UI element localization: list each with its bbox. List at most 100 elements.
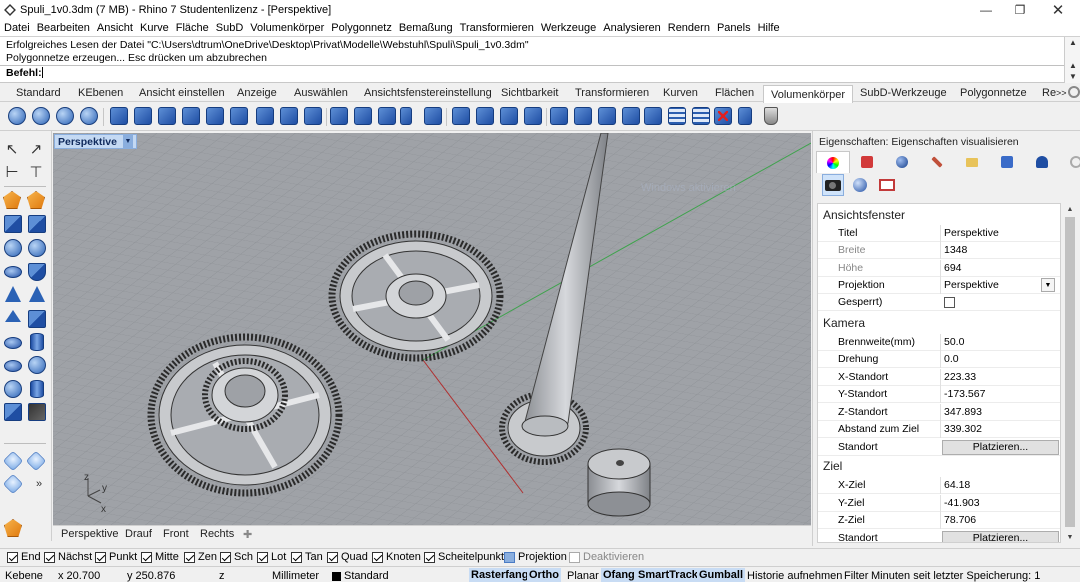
- perspective-viewport[interactable]: z y x Perspektive ▼ Windows aktivieren: [53, 133, 811, 525]
- scroll-down-icon[interactable]: ▼: [1063, 531, 1077, 543]
- status-units[interactable]: Millimeter: [272, 570, 319, 582]
- osnap-quad[interactable]: Quad: [327, 551, 368, 563]
- osnap-naechst[interactable]: Nächst: [44, 551, 92, 563]
- menu-polygonnetz[interactable]: Polygonnetz: [331, 22, 392, 34]
- pipe-icon[interactable]: [4, 337, 22, 349]
- tab-transformieren[interactable]: Transformieren: [575, 84, 649, 102]
- blend-edge-icon[interactable]: [230, 107, 248, 125]
- offset-solid-icon[interactable]: [134, 107, 152, 125]
- toggle-filter[interactable]: Filter: [844, 570, 868, 582]
- prop-value-input[interactable]: 223.33: [940, 369, 1058, 386]
- scroll-up-icon[interactable]: ▲: [1065, 60, 1080, 71]
- more-icon[interactable]: »: [30, 475, 48, 493]
- shell-icon[interactable]: [622, 107, 640, 125]
- tab-ansicht-einstellen[interactable]: Ansicht einstellen: [139, 84, 225, 102]
- menu-transformieren[interactable]: Transformieren: [460, 22, 534, 34]
- grasshopper-icon[interactable]: [28, 403, 46, 421]
- gear-icon[interactable]: [1059, 151, 1080, 173]
- prop-value-input[interactable]: 78.706: [940, 512, 1058, 529]
- move-hole-icon[interactable]: [378, 107, 396, 125]
- prop-value-input[interactable]: -41.903: [940, 495, 1058, 512]
- sphere-intersection-icon[interactable]: [56, 107, 74, 125]
- prop-value-input[interactable]: -173.567: [940, 386, 1058, 403]
- merge-faces-icon[interactable]: [256, 107, 274, 125]
- tab-overflow-icon[interactable]: >>: [1056, 84, 1067, 102]
- tab-perspektive[interactable]: Perspektive: [61, 528, 118, 540]
- toggle-ortho[interactable]: Ortho: [527, 568, 561, 582]
- cone-icon[interactable]: [5, 286, 21, 302]
- prop-value-input[interactable]: 339.302: [940, 421, 1058, 438]
- polyline-icon[interactable]: [3, 191, 21, 209]
- box-icon[interactable]: [28, 215, 46, 233]
- grid-array-icon[interactable]: [668, 107, 686, 125]
- menu-ansicht[interactable]: Ansicht: [97, 22, 133, 34]
- osnap-knoten[interactable]: Knoten: [372, 551, 421, 563]
- osnap-tan[interactable]: Tan: [291, 551, 323, 563]
- toggle-gumball[interactable]: Gumball: [697, 568, 746, 582]
- tab-kurven[interactable]: Kurven: [663, 84, 698, 102]
- remove-hole-icon[interactable]: [714, 107, 732, 125]
- round-hole-icon[interactable]: [550, 107, 568, 125]
- rotate-face-icon[interactable]: [330, 107, 348, 125]
- ice-cube-icon[interactable]: [25, 450, 47, 472]
- menu-werkzeuge[interactable]: Werkzeuge: [541, 22, 596, 34]
- cage-icon[interactable]: [692, 107, 710, 125]
- prop-value-input[interactable]: 347.893: [940, 404, 1058, 421]
- tab-rendern[interactable]: Rer: [1042, 84, 1056, 102]
- toggle-ofang[interactable]: Ofang: [601, 568, 637, 582]
- command-input[interactable]: [42, 67, 43, 78]
- folder-icon[interactable]: [955, 151, 989, 173]
- more-icon[interactable]: [4, 403, 22, 421]
- menu-flaeche[interactable]: Fläche: [176, 22, 209, 34]
- move-face-icon[interactable]: [280, 107, 298, 125]
- extract-surface-icon[interactable]: [158, 107, 176, 125]
- cap-holes-icon[interactable]: [764, 107, 778, 125]
- osnap-deaktivieren[interactable]: Deaktivieren: [569, 551, 644, 563]
- ice-cube-icon[interactable]: [30, 380, 44, 398]
- place-hole-icon[interactable]: [476, 107, 494, 125]
- menu-kurve[interactable]: Kurve: [140, 22, 169, 34]
- select-arrow-icon[interactable]: ↖: [3, 141, 21, 159]
- material-ball-icon[interactable]: [885, 151, 919, 173]
- tab-polygonnetze[interactable]: Polygonnetze: [960, 84, 1027, 102]
- chevron-down-icon[interactable]: ▼: [122, 135, 133, 148]
- tab-ansichtsfenstereinstellung[interactable]: Ansichtsfenstereinstellung: [364, 84, 492, 102]
- properties-scrollbar[interactable]: ▲ ▼: [1063, 203, 1077, 543]
- place-camera-button[interactable]: Platzieren...: [942, 440, 1059, 455]
- extrude-icon[interactable]: [4, 360, 22, 372]
- sphere-icon[interactable]: [4, 239, 22, 257]
- osnap-scheitelpunkt[interactable]: Scheitelpunkt: [424, 551, 504, 563]
- stretch-face-icon[interactable]: [500, 107, 518, 125]
- chamfer-edge-icon[interactable]: [206, 107, 224, 125]
- menu-bemassung[interactable]: Bemaßung: [399, 22, 453, 34]
- menu-rendern[interactable]: Rendern: [668, 22, 710, 34]
- curve-icon[interactable]: [27, 191, 45, 209]
- fillet-edge-icon[interactable]: [182, 107, 200, 125]
- cylinder-icon[interactable]: [5, 310, 21, 322]
- point-icon[interactable]: ⊢: [3, 164, 21, 182]
- array-hole-icon[interactable]: [452, 107, 470, 125]
- osnap-projektion[interactable]: Projektion: [504, 551, 567, 563]
- osnap-zen[interactable]: Zen: [184, 551, 217, 563]
- lights-icon[interactable]: [849, 174, 871, 196]
- mesh-icon[interactable]: [4, 380, 22, 398]
- render-icon[interactable]: [990, 151, 1024, 173]
- menu-volumenkoerper[interactable]: Volumenkörper: [250, 22, 324, 34]
- grasshopper-icon[interactable]: [4, 519, 22, 537]
- torus-icon[interactable]: [4, 266, 22, 278]
- brush-icon[interactable]: [920, 151, 954, 173]
- prop-value-input[interactable]: 64.18: [940, 477, 1058, 494]
- menu-panels[interactable]: Panels: [717, 22, 751, 34]
- split-face-icon[interactable]: [304, 107, 322, 125]
- tube-icon[interactable]: [28, 310, 46, 328]
- extrude-curve-icon[interactable]: [598, 107, 616, 125]
- status-current-layer[interactable]: Standard: [332, 570, 389, 582]
- prop-value-input[interactable]: 50.0: [940, 334, 1058, 351]
- tab-subd-werkzeuge[interactable]: SubD-Werkzeuge: [860, 84, 947, 102]
- status-layer[interactable]: Kebene: [5, 570, 43, 582]
- osnap-mitte[interactable]: Mitte: [141, 551, 179, 563]
- tab-rechts[interactable]: Rechts: [200, 528, 234, 540]
- prop-value-input[interactable]: 0.0: [940, 351, 1058, 368]
- rotate-hole-icon[interactable]: [424, 107, 442, 125]
- camera-icon[interactable]: [822, 174, 844, 196]
